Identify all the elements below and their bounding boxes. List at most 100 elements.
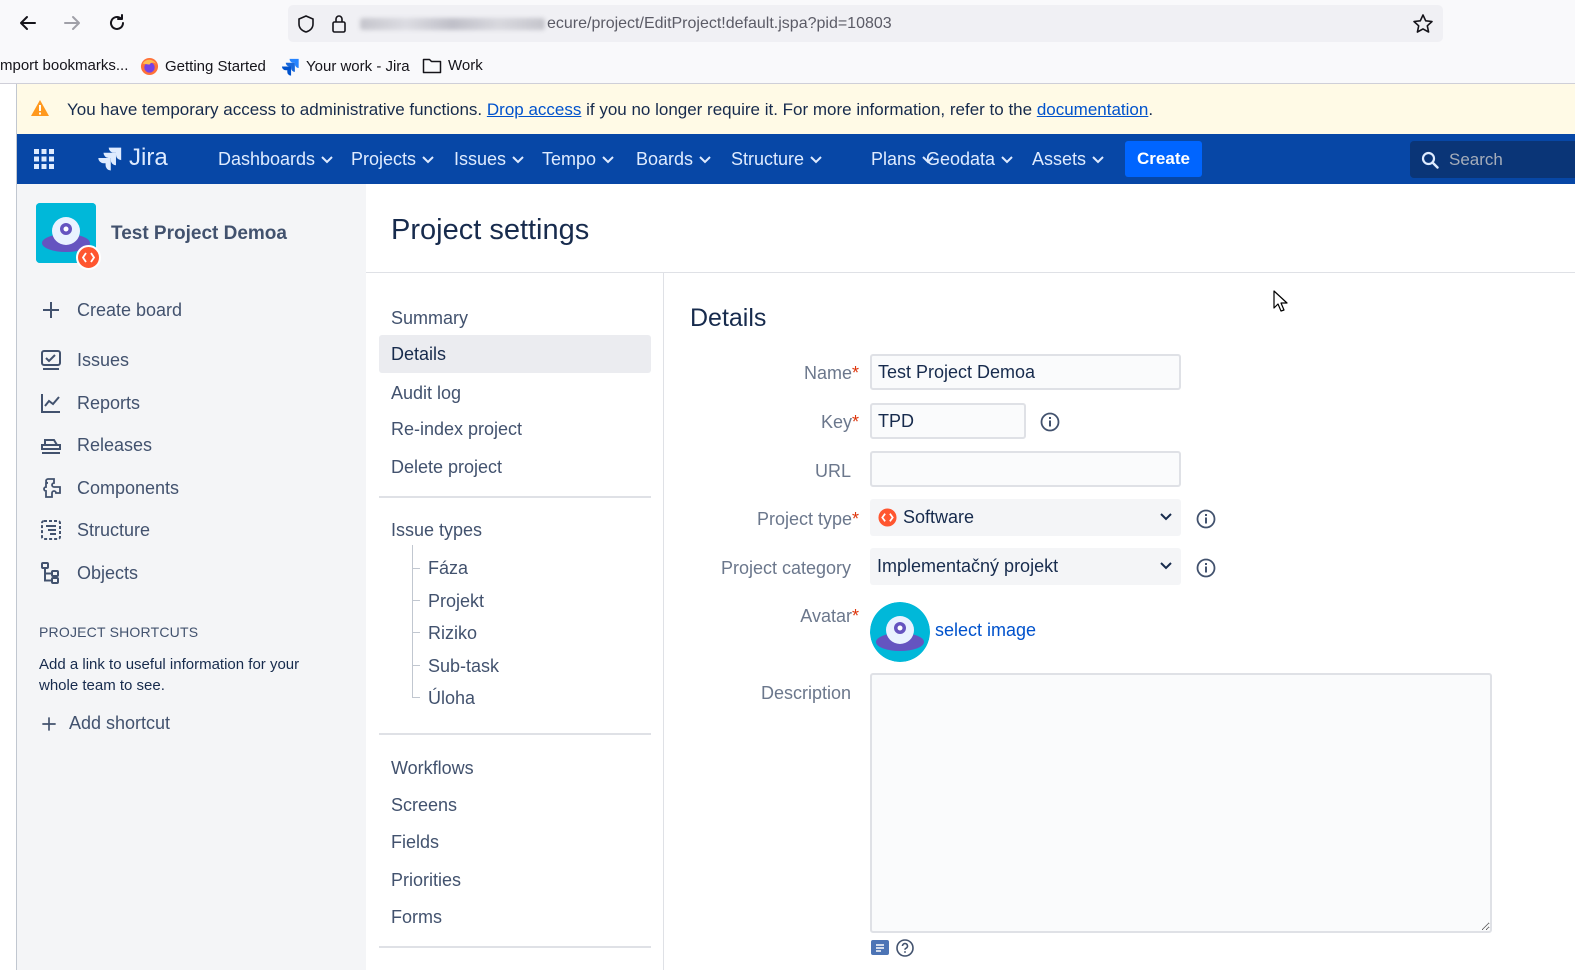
settings-nav-fields[interactable]: Fields [391,832,439,853]
required-mark: * [851,606,859,626]
nav-label: Issues [454,149,507,169]
project-category-info-icon[interactable] [1196,558,1216,578]
settings-nav-reindex[interactable]: Re-index project [391,419,522,440]
select-image-link[interactable]: select image [935,620,1036,641]
description-field[interactable] [870,673,1492,933]
nav-geodata[interactable]: Geodata [926,149,1013,170]
bookmark-work-folder[interactable]: Work [422,57,483,74]
blurred-url-host [360,17,545,30]
arrow-left-icon [20,16,36,30]
chevron-down-icon [1160,513,1172,521]
jira-logo[interactable]: Jira [97,144,168,172]
project-category-value: Implementačný projekt [877,556,1059,576]
settings-nav-priorities[interactable]: Priorities [391,870,461,891]
name-field[interactable] [870,354,1181,390]
chevron-down-icon [1092,155,1104,163]
sidebar-item-label: Reports [77,392,141,413]
settings-nav-audit-log[interactable]: Audit log [391,383,461,404]
name-label: Name* [804,363,859,384]
url-field[interactable] [870,451,1181,487]
nav-issues[interactable]: Issues [454,149,524,170]
sidebar-item-components[interactable]: Components [39,476,179,500]
settings-nav-divider [379,496,651,498]
settings-nav-divider [379,733,651,735]
components-icon [43,478,61,498]
sidebar-item-reports[interactable]: Reports [39,391,140,415]
documentation-link[interactable]: documentation [1037,100,1149,119]
firefox-icon [140,57,159,76]
sidebar-item-issues[interactable]: Issues [39,348,129,372]
sidebar-item-label: Issues [77,349,130,370]
settings-nav-screens[interactable]: Screens [391,795,457,816]
releases-icon [41,439,61,454]
bookmark-your-work[interactable]: Your work - Jira [281,57,410,76]
bookmark-label: Getting Started [165,58,266,75]
drop-access-link[interactable]: Drop access [487,100,581,119]
settings-nav-issue-types[interactable]: Issue types [391,520,482,541]
structure-icon [41,520,61,540]
key-field[interactable] [870,403,1026,439]
settings-nav-workflows[interactable]: Workflows [391,758,474,779]
create-board-item[interactable]: Create board [39,298,182,322]
nav-assets[interactable]: Assets [1032,149,1104,170]
project-type-info-icon[interactable] [1196,509,1216,529]
project-name[interactable]: Test Project Demoa [111,223,287,245]
url-bar[interactable]: ecure/project/EditProject!default.jspa?p… [288,5,1443,42]
sidebar-item-label: Objects [77,562,139,583]
required-mark: * [851,363,859,383]
nav-projects[interactable]: Projects [351,149,434,170]
nav-plans[interactable]: Plans [871,149,934,170]
page-title: Project settings [391,214,590,246]
nav-tempo[interactable]: Tempo [542,149,614,170]
project-category-select[interactable]: Implementačný projekt [870,548,1181,585]
reload-button[interactable] [102,8,132,38]
plus-icon [43,302,59,318]
project-type-label-text: Project type [756,509,852,529]
app-switcher-icon[interactable] [34,149,54,169]
forward-button[interactable] [57,8,87,38]
settings-nav-summary[interactable]: Summary [391,308,468,329]
issue-type-faza[interactable]: Fáza [428,558,468,579]
sidebar-item-releases[interactable]: Releases [39,433,152,457]
shield-icon [298,15,314,33]
project-type-select[interactable]: Software [870,499,1181,536]
add-shortcut-button[interactable]: Add shortcut [39,713,170,734]
jira-icon [281,58,299,76]
settings-nav-forms[interactable]: Forms [391,907,442,928]
star-icon[interactable] [1412,13,1434,35]
nav-label: Assets [1032,149,1087,169]
bookmark-label: mport bookmarks... [0,57,129,74]
back-button[interactable] [13,8,43,38]
sidebar-item-label: Releases [77,434,153,455]
bookmark-import[interactable]: mport bookmarks... [0,57,128,74]
avatar-preview[interactable] [870,602,930,662]
wiki-style-icon[interactable] [871,940,889,955]
nav-dashboards[interactable]: Dashboards [218,149,333,170]
key-info-icon[interactable] [1040,412,1060,432]
issue-type-uloha[interactable]: Úloha [428,688,475,709]
issue-type-riziko[interactable]: Riziko [428,623,477,644]
nav-label: Projects [351,149,417,169]
sidebar-item-structure[interactable]: Structure [39,518,150,542]
help-icon[interactable] [896,939,914,957]
project-avatar[interactable] [36,203,101,270]
chevron-down-icon [512,155,524,163]
bookmark-getting-started[interactable]: Getting Started [140,57,266,76]
key-label-text: Key [820,412,852,432]
required-mark: * [851,412,859,432]
create-button[interactable]: Create [1125,141,1202,177]
issue-type-sub-task[interactable]: Sub-task [428,656,499,677]
settings-nav-details[interactable]: Details [391,344,446,365]
search-input[interactable]: Search [1410,141,1575,178]
chevron-down-icon [1001,155,1013,163]
issue-types-tree-tick [412,600,420,601]
sidebar-item-objects[interactable]: Objects [39,561,138,585]
chevron-down-icon [602,155,614,163]
objects-icon [41,562,59,584]
lock-icon [332,15,346,33]
project-type-label: Project type* [757,509,859,530]
folder-icon [422,58,442,74]
browser-chrome: ecure/project/EditProject!default.jspa?p… [0,0,1575,84]
settings-nav-delete-project[interactable]: Delete project [391,457,502,478]
issue-type-projekt[interactable]: Projekt [428,591,484,612]
